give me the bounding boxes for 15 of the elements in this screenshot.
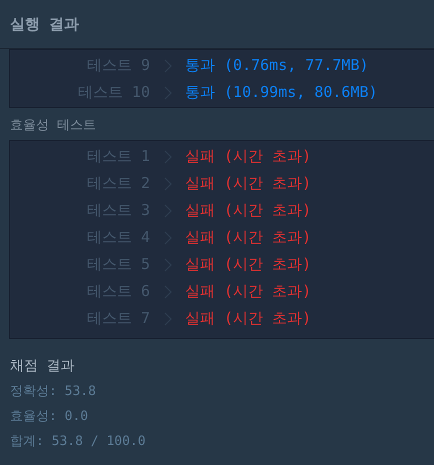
test-result: 통과 (0.76ms, 77.7MB) [185, 56, 369, 75]
score-line: 정확성: 53.8 [10, 383, 97, 400]
test-result: 실패 (시간 초과) [185, 282, 312, 301]
score-line: 효율성: 0.0 [10, 408, 90, 425]
header-title: 실행 결과 [10, 14, 80, 34]
test-result: 실패 (시간 초과) [185, 255, 312, 274]
test-result: 통과 (10.99ms, 80.6MB) [185, 83, 378, 102]
test-result: 실패 (시간 초과) [185, 174, 312, 193]
test-result: 실패 (시간 초과) [185, 228, 312, 247]
test-result: 실패 (시간 초과) [185, 201, 312, 220]
grading-title: 채점 결과 [10, 357, 76, 375]
section-title: 효율성 테스트 [9, 117, 97, 135]
test-result: 실패 (시간 초과) [185, 147, 312, 166]
test-result: 실패 (시간 초과) [185, 309, 312, 328]
score-line: 합계: 53.8 / 100.0 [10, 433, 147, 450]
